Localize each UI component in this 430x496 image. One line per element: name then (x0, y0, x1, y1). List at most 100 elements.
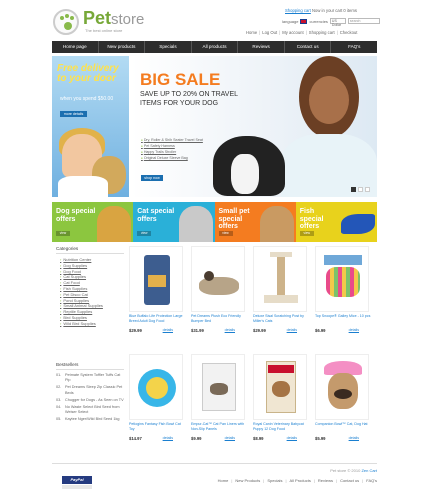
product-image[interactable] (191, 354, 245, 420)
main-nav: Home page New products Specials All prod… (52, 41, 377, 53)
paw-icon (53, 9, 79, 35)
top-link-cart[interactable]: Shopping cart (309, 30, 335, 35)
bestseller-item[interactable]: 01. Petmate System Toffler Tuffs Cat Pip (56, 373, 124, 383)
product-image[interactable] (315, 246, 369, 312)
footer-link-contact[interactable]: Contact us (340, 478, 359, 483)
categories-list: Nutrition Center Dog Supplies Dog Food C… (56, 257, 124, 327)
dog-image (97, 206, 132, 242)
dog-white-patch (231, 154, 259, 194)
details-link[interactable]: details (349, 436, 359, 441)
currency-select[interactable]: US Dollar (329, 18, 346, 27)
kid-face-image (309, 76, 349, 124)
top-links: Home | Log Out | My account | Shopping cart… (246, 30, 358, 35)
product-card: Blue Buffalo Life Protection Large Breed… (129, 246, 185, 342)
sale-item[interactable]: Original Deluxe Sleeve Bag (141, 155, 203, 161)
categories-box: Categories Nutrition Center Dog Supplies… (56, 246, 124, 327)
product-card: Royal Canin Veterinary Babycat Puppy 12 … (253, 354, 309, 450)
tile-dog-offers[interactable]: Dog special offers view (52, 202, 134, 242)
footer-link-all-products[interactable]: All Products (290, 478, 311, 483)
nav-reviews[interactable]: Reviews (238, 41, 285, 53)
top-link-checkout[interactable]: Checkout (340, 30, 358, 35)
card-logos (62, 485, 92, 489)
nav-home[interactable]: Home page (52, 41, 99, 53)
sale-items: Dry, Roller & Shih Seater Travel Seat Pe… (141, 137, 203, 161)
preferences-row: language currencies US Dollar search (282, 18, 380, 27)
nav-faq[interactable]: FAQ's (331, 41, 377, 53)
tile-view-button[interactable]: view (56, 231, 70, 236)
cart-count-text: Now in your cart 0 items (312, 8, 357, 13)
footer-link-home[interactable]: Home (218, 478, 229, 483)
cart-link[interactable]: Shopping cart (285, 8, 311, 13)
product-card: Deluxe Sisal Scratching Post by Miller's… (253, 246, 309, 342)
rabbit-image (259, 206, 294, 242)
search-input[interactable]: search (347, 18, 380, 24)
details-link[interactable]: details (225, 328, 235, 333)
product-image[interactable] (129, 354, 183, 420)
tile-view-button[interactable]: view (218, 231, 233, 236)
details-link[interactable]: details (287, 436, 297, 441)
bestseller-item[interactable]: 04. No Waste Select Bird Seed from Weiser… (56, 405, 124, 415)
shop-now-button[interactable]: shop now (141, 175, 163, 181)
category-link[interactable]: Wild Bird Supplies (56, 321, 124, 327)
footer-link-specials[interactable]: Specials (267, 478, 282, 483)
cat-image (178, 206, 213, 242)
big-sale-banner: BIG SALE SAVE UP TO 20% ON TRAVEL ITEMS … (131, 56, 377, 197)
nav-contact[interactable]: Contact us (285, 41, 332, 53)
brand-name: Petstore (83, 8, 145, 28)
product-image[interactable] (315, 354, 369, 420)
sale-title: BIG SALE (140, 70, 221, 89)
footer-link-new-products[interactable]: New Products (235, 478, 260, 483)
details-link[interactable]: details (163, 328, 173, 333)
cart-summary: Shopping cart Now in your cart 0 items (285, 8, 357, 13)
page: Petstore The best online store Shopping … (0, 0, 430, 496)
footer-links: Home | New Products | Specials | All Produc… (217, 478, 377, 483)
slider-dot[interactable] (358, 187, 363, 192)
bestseller-item[interactable]: 02. Pet Dreams Sleep Zip Classic Pet Beds (56, 385, 124, 395)
shirt-image (58, 176, 108, 197)
zen-cart-link[interactable]: Zen Cart (361, 468, 377, 473)
product-image[interactable] (191, 246, 245, 312)
tile-small-pet-offers[interactable]: Small pet special offers view (214, 202, 296, 242)
nav-all-products[interactable]: All products (192, 41, 239, 53)
product-card: Companion Bowl™ Cat, Dog Hat $5.99 detail… (315, 354, 371, 450)
slider-dot[interactable] (351, 187, 356, 192)
tile-cat-offers[interactable]: Cat special offers view (133, 202, 215, 242)
bestsellers-box: Bestsellers 01. Petmate System Toffler Tu… (56, 362, 124, 425)
details-link[interactable]: details (163, 436, 173, 441)
logo[interactable]: Petstore The best online store (53, 8, 163, 35)
bestsellers-heading: Bestsellers (56, 362, 124, 370)
tile-view-button[interactable]: view (137, 231, 152, 236)
footer-link-faq[interactable]: FAQ's (366, 478, 377, 483)
tile-fish-offers[interactable]: Fish special offers view (295, 202, 377, 242)
product-image[interactable] (253, 354, 307, 420)
tile-view-button[interactable]: view (299, 231, 314, 236)
free-delivery-subtitle: when you spend $50.00 (60, 96, 114, 102)
slider-dot[interactable] (365, 187, 370, 192)
uk-flag-icon[interactable] (300, 18, 308, 24)
top-link-account[interactable]: My account (282, 30, 303, 35)
paypal-logo: PayPal (62, 476, 92, 484)
sale-subtitle: SAVE UP TO 20% ON TRAVEL ITEMS FOR YOUR … (140, 91, 238, 107)
slider-pager (351, 187, 370, 192)
product-card: Empur-Cat™ Cat Pan Liners with Non-Slip … (191, 354, 247, 450)
free-delivery-title: Free delivery to your door (57, 63, 119, 84)
copyright: Pet store © 2010 Zen Cart (330, 468, 377, 473)
product-card: Top Snoope® Galley Mice - 10 pcs $6.99 de… (315, 246, 371, 342)
bestseller-item[interactable]: 03. Chugger for Dogs - As Seen on TV (56, 398, 124, 403)
top-link-logout[interactable]: Log Out (262, 30, 277, 35)
more-details-button[interactable]: more details (60, 111, 87, 117)
footer-link-reviews[interactable]: Reviews (318, 478, 333, 483)
nav-specials[interactable]: Specials (145, 41, 192, 53)
bestseller-item[interactable]: 05. Kaytee Nger/Wild Bird Seed 1kg (56, 417, 124, 422)
nav-new-products[interactable]: New products (99, 41, 146, 53)
free-delivery-banner[interactable]: Free delivery to your door when you spen… (52, 56, 129, 197)
footer: PayPal Pet store © 2010 Zen Cart Home | N… (52, 463, 377, 493)
product-card: Pet Dreams Plush Eco Friendly Bumper Bed… (191, 246, 247, 342)
fish-image (341, 214, 375, 234)
product-image[interactable] (129, 246, 183, 312)
details-link[interactable]: details (287, 328, 297, 333)
product-image[interactable] (253, 246, 307, 312)
details-link[interactable]: details (349, 328, 359, 333)
top-link-home[interactable]: Home (246, 30, 257, 35)
details-link[interactable]: details (225, 436, 235, 441)
